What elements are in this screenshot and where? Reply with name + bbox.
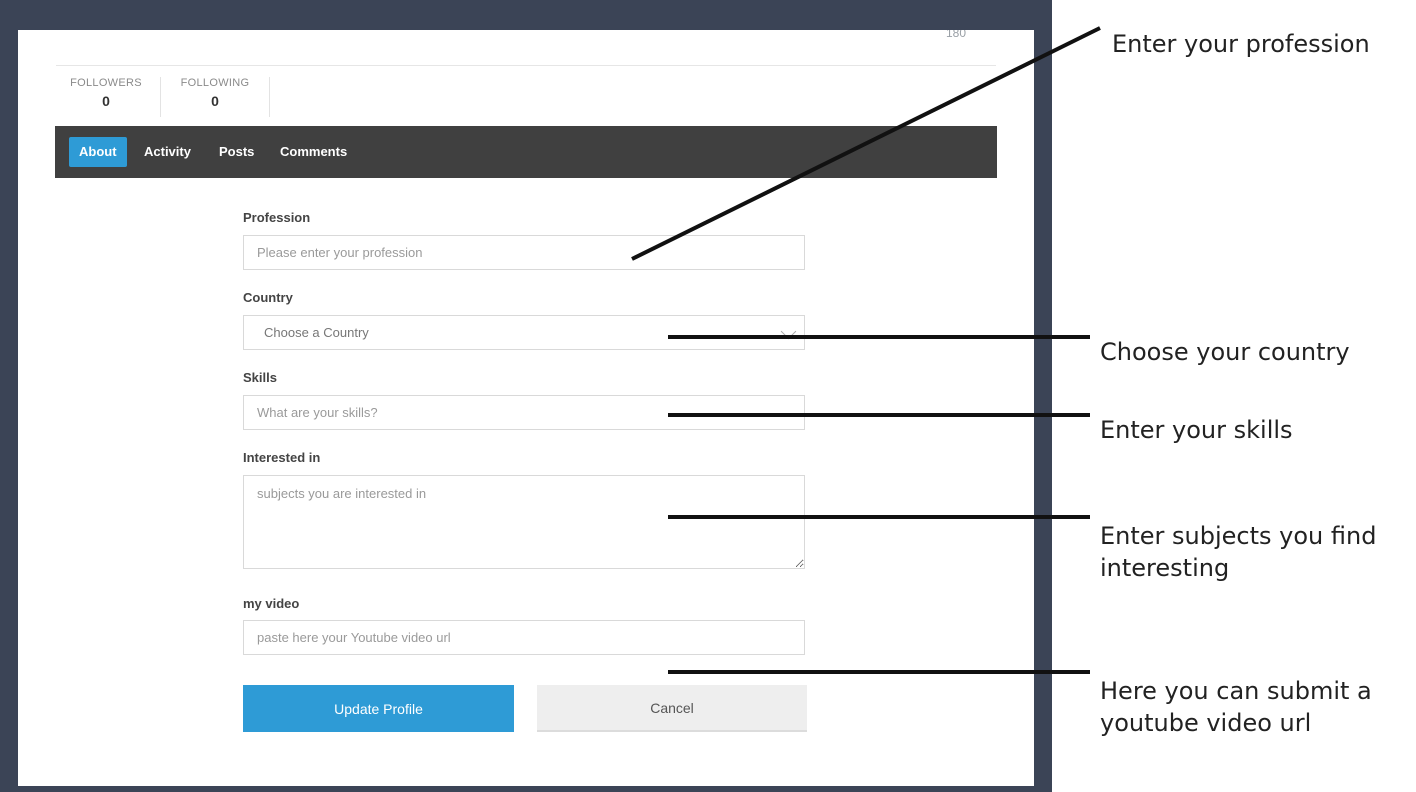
interested-textarea[interactable] bbox=[243, 475, 805, 569]
country-selected-value: Choose a Country bbox=[264, 325, 369, 340]
following-label: FOLLOWING bbox=[180, 77, 250, 89]
chevron-down-icon bbox=[780, 323, 797, 340]
callout-skills: Enter your skills bbox=[1100, 416, 1293, 444]
profession-label: Profession bbox=[243, 210, 311, 225]
divider bbox=[56, 65, 996, 66]
country-label: Country bbox=[243, 290, 293, 305]
callout-video: Here you can submit a youtube video url bbox=[1100, 677, 1372, 737]
followers-label: FOLLOWERS bbox=[70, 77, 142, 89]
tab-posts[interactable]: Posts bbox=[209, 137, 264, 167]
cancel-button[interactable]: Cancel bbox=[537, 685, 807, 732]
profile-page: 180 FOLLOWERS 0 FOLLOWING 0 About Activi… bbox=[18, 30, 1034, 786]
stat-divider bbox=[269, 77, 270, 117]
callout-country: Choose your country bbox=[1100, 338, 1350, 366]
following-stat[interactable]: FOLLOWING 0 bbox=[173, 77, 257, 123]
profession-input[interactable] bbox=[243, 235, 805, 270]
update-profile-button[interactable]: Update Profile bbox=[243, 685, 514, 732]
video-url-input[interactable] bbox=[243, 620, 805, 655]
country-select[interactable]: Choose a Country bbox=[243, 315, 805, 350]
stat-divider bbox=[160, 77, 161, 117]
top-counter: 180 bbox=[946, 30, 967, 40]
tab-about[interactable]: About bbox=[69, 137, 127, 167]
followers-stat[interactable]: FOLLOWERS 0 bbox=[66, 77, 146, 123]
callout-interests: Enter subjects you find interesting bbox=[1100, 522, 1377, 582]
following-count: 0 bbox=[211, 93, 219, 109]
screenshot-frame: 180 FOLLOWERS 0 FOLLOWING 0 About Activi… bbox=[0, 0, 1052, 792]
skills-input[interactable] bbox=[243, 395, 805, 430]
interested-label: Interested in bbox=[243, 450, 321, 465]
tab-activity[interactable]: Activity bbox=[134, 137, 201, 167]
followers-count: 0 bbox=[102, 93, 110, 109]
profile-tabbar: About Activity Posts Comments bbox=[55, 126, 997, 178]
skills-label: Skills bbox=[243, 370, 277, 385]
video-label: my video bbox=[243, 596, 300, 611]
callout-profession: Enter your profession bbox=[1112, 30, 1370, 58]
tab-comments[interactable]: Comments bbox=[270, 137, 357, 167]
